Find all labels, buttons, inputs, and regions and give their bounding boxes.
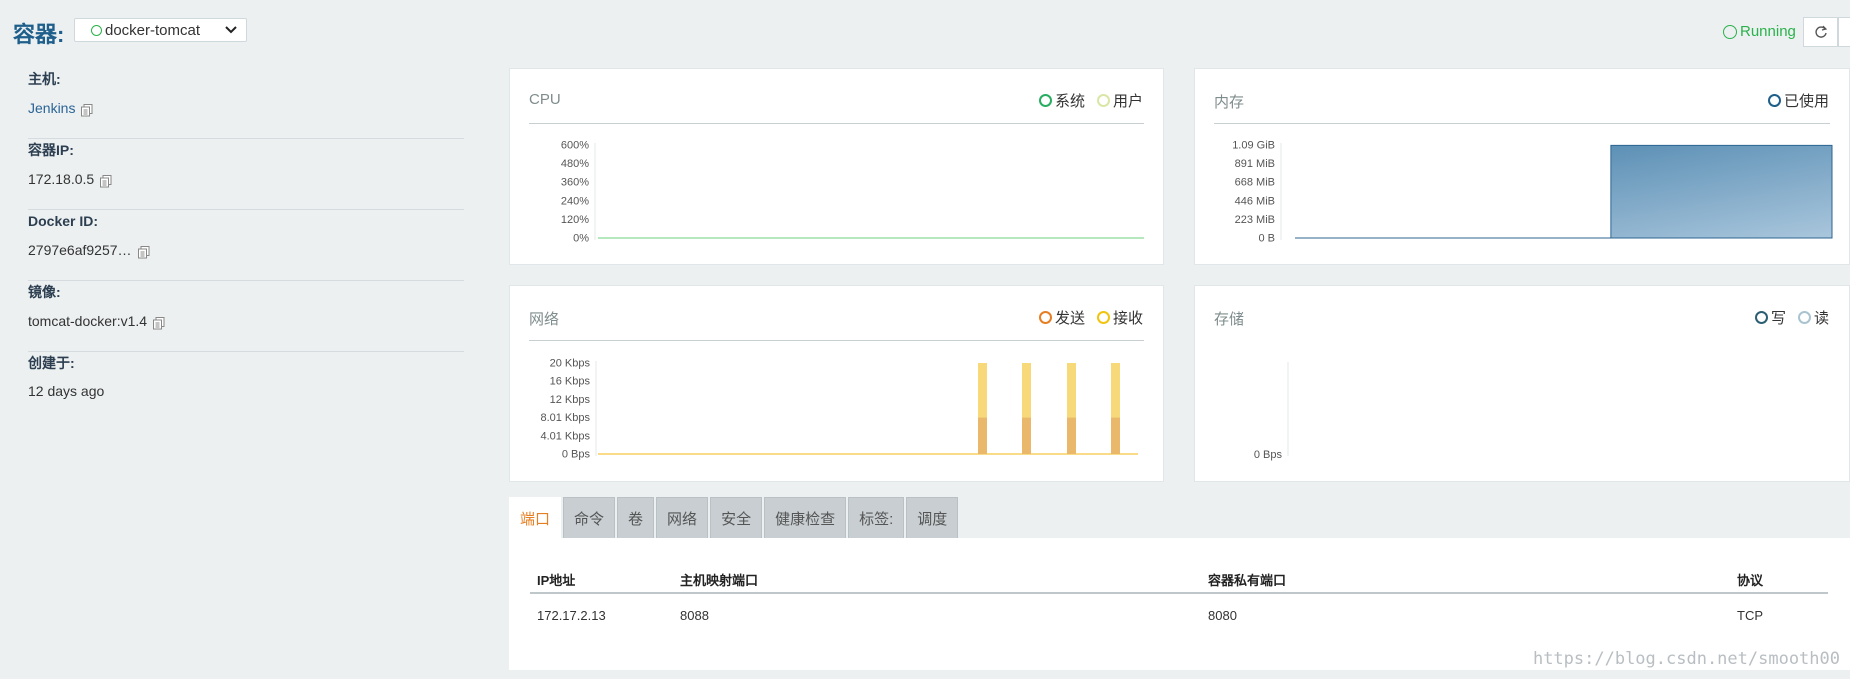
- y-tick-label: 891 MiB: [1235, 158, 1275, 170]
- info-value-text: tomcat-docker:v1.4: [28, 313, 148, 329]
- status-indicator: Running: [1723, 23, 1796, 40]
- tab-2[interactable]: 卷: [617, 497, 655, 538]
- info-value-text[interactable]: Jenkins: [28, 100, 75, 116]
- y-tick-label: 240%: [561, 195, 589, 207]
- info-row: 容器IP: 172.18.0.5: [28, 139, 464, 210]
- info-value: 172.18.0.5: [28, 170, 464, 188]
- y-tick-label: 0 Bps: [1254, 449, 1283, 461]
- watermark: https://blog.csdn.net/smooth00: [1532, 649, 1840, 669]
- y-tick-label: 0%: [573, 233, 589, 245]
- page-title: 容器:: [13, 22, 65, 47]
- info-value: tomcat-docker:v1.4: [28, 312, 464, 330]
- tab-4[interactable]: 安全: [710, 497, 763, 538]
- tab-7[interactable]: 调度: [906, 497, 959, 538]
- status-circle-icon: [91, 24, 102, 36]
- memory-panel: 内存 已使用 1.09 GiB 891 MiB 668 MiB 446 MiB 223 …: [1194, 68, 1850, 265]
- info-label: 容器IP:: [28, 142, 74, 158]
- y-tick-label: 360%: [561, 177, 589, 189]
- tab-6[interactable]: 标签:: [848, 497, 905, 538]
- info-label: Docker ID:: [28, 213, 99, 229]
- container-select-value: docker-tomcat: [105, 21, 201, 39]
- y-tick-label: 480%: [561, 158, 589, 170]
- cpu-panel: CPU 系统 用户 600% 480% 360% 240% 120% 0%: [509, 68, 1164, 265]
- y-tick-label: 446 MiB: [1235, 195, 1275, 207]
- tab-3[interactable]: 网络: [656, 497, 709, 538]
- table-cell: 172.17.2.13: [537, 607, 606, 623]
- copy-icon[interactable]: [80, 103, 94, 117]
- copy-icon[interactable]: [99, 174, 113, 188]
- info-row: Docker ID: 2797e6af9257…: [28, 210, 464, 281]
- container-info: 主机: Jenkins 容器IP: 172.18.0.5 Docker ID: …: [28, 68, 464, 423]
- network-bar-send: [1022, 417, 1031, 454]
- info-value: 2797e6af9257…: [28, 241, 464, 259]
- info-value-text: 172.18.0.5: [28, 171, 95, 187]
- tab-5[interactable]: 健康检查: [764, 497, 847, 538]
- column-header[interactable]: 主机映射端口: [680, 570, 1208, 589]
- y-tick-label: 0 B: [1258, 233, 1275, 245]
- info-value-text: 2797e6af9257…: [28, 242, 132, 258]
- tab-0[interactable]: 端口: [509, 497, 562, 538]
- info-row: 主机: Jenkins: [28, 68, 464, 139]
- y-tick-label: 4.01 Kbps: [540, 430, 590, 442]
- ports-table: IP地址 主机映射端口 容器私有端口 协议 172.17.2.13 8088 8080 TCP: [530, 566, 1828, 636]
- y-tick-label: 20 Kbps: [550, 358, 591, 370]
- column-header[interactable]: 协议: [1737, 570, 1828, 589]
- more-button[interactable]: [1838, 17, 1850, 47]
- chevron-down-icon: [225, 26, 237, 34]
- cpu-chart: 600% 480% 360% 240% 120% 0%: [561, 140, 1144, 245]
- info-value-text: 12 days ago: [28, 383, 105, 399]
- table-row: 172.17.2.13 8088 8080 TCP: [530, 594, 1828, 636]
- storage-chart: 0 Bps: [1254, 362, 1289, 461]
- storage-panel: 存储 写读 0 Bps: [1194, 285, 1850, 482]
- table-header: IP地址 主机映射端口 容器私有端口 协议: [530, 566, 1828, 594]
- y-tick-label: 668 MiB: [1235, 177, 1275, 189]
- refresh-icon: [1814, 25, 1827, 38]
- info-label: 创建于:: [28, 355, 75, 371]
- info-label: 镜像:: [28, 284, 61, 300]
- tab-1[interactable]: 命令: [563, 497, 616, 538]
- refresh-button[interactable]: [1803, 17, 1838, 47]
- column-header[interactable]: 容器私有端口: [1208, 570, 1737, 589]
- info-value[interactable]: Jenkins: [28, 99, 464, 117]
- info-label: 主机:: [28, 71, 61, 87]
- network-bar-send: [1067, 417, 1076, 454]
- table-cell: 8088: [680, 607, 709, 623]
- network-chart: 20 Kbps 16 Kbps 12 Kbps 8.01 Kbps 4.01 Kbps 0…: [540, 358, 1138, 461]
- column-header[interactable]: IP地址: [530, 570, 680, 589]
- table-cell: 8080: [1208, 607, 1237, 623]
- status-text: Running: [1740, 23, 1796, 40]
- network-bar-send: [978, 417, 987, 454]
- y-tick-label: 223 MiB: [1235, 214, 1275, 226]
- network-panel: 网络 发送 接收 20 Kbps 16 Kbps 12 Kbps 8.01 Kbps 4.…: [509, 285, 1164, 482]
- container-select[interactable]: docker-tomcat: [74, 18, 247, 42]
- detail-tabs: 端口 命令卷网络 安全 健康检查 标签: 调度: [509, 497, 960, 538]
- table-cell: TCP: [1737, 607, 1763, 623]
- copy-icon[interactable]: [152, 316, 166, 330]
- copy-icon[interactable]: [137, 245, 151, 259]
- memory-chart: 1.09 GiB 891 MiB 668 MiB 446 MiB 223 MiB 0 B: [1232, 140, 1833, 245]
- network-bar-send: [1111, 417, 1120, 454]
- y-tick-label: 12 Kbps: [550, 394, 591, 406]
- y-tick-label: 0 Bps: [562, 449, 591, 461]
- y-tick-label: 1.09 GiB: [1232, 140, 1275, 152]
- y-tick-label: 120%: [561, 214, 589, 226]
- memory-series-area: [1295, 144, 1833, 239]
- running-circle-icon: [1723, 24, 1737, 39]
- info-row: 创建于: 12 days ago: [28, 352, 464, 423]
- info-row: 镜像: tomcat-docker:v1.4: [28, 281, 464, 352]
- y-tick-label: 8.01 Kbps: [540, 412, 590, 424]
- info-value: 12 days ago: [28, 383, 464, 399]
- y-tick-label: 16 Kbps: [550, 376, 591, 388]
- y-tick-label: 600%: [561, 140, 589, 152]
